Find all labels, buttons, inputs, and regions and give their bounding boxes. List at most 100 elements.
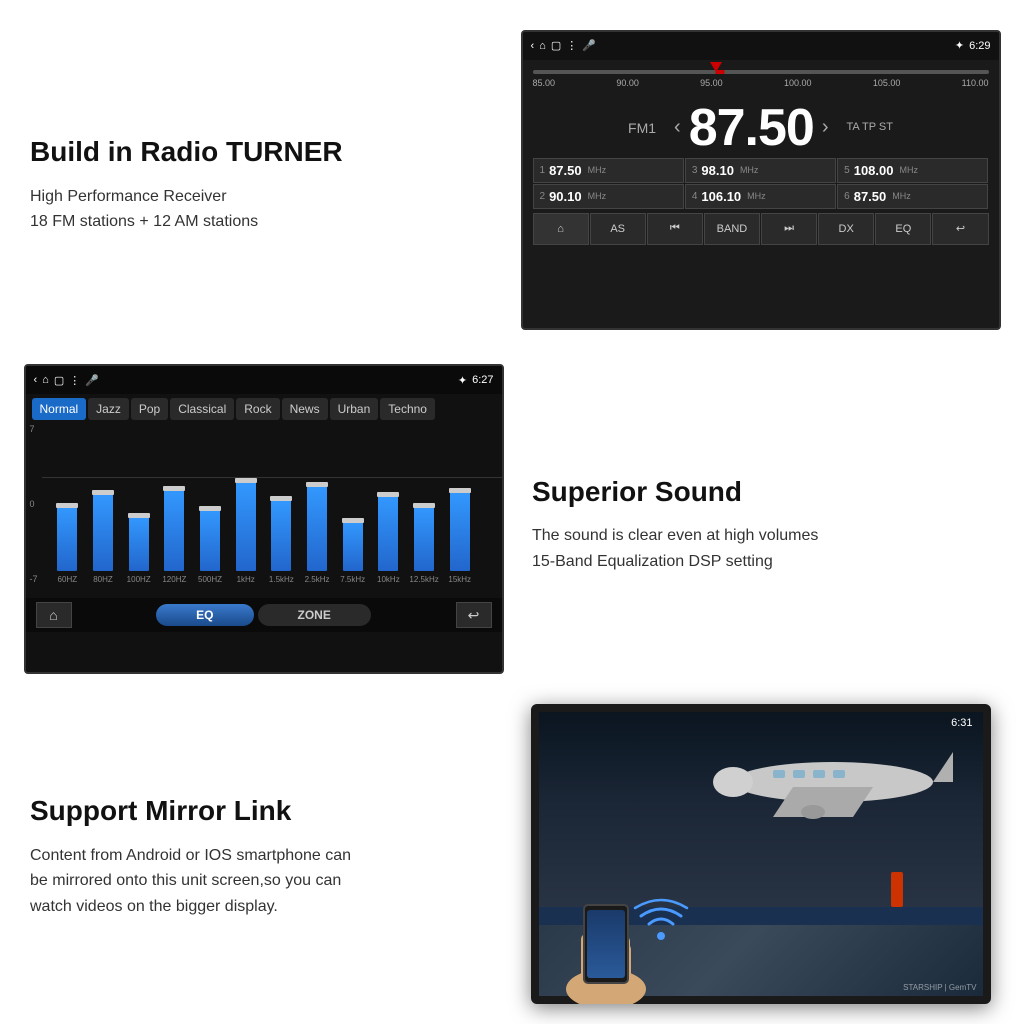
eq-main-btn[interactable]: EQ — [156, 604, 253, 626]
sound-body: The sound is clear even at high volumes … — [532, 523, 994, 574]
mirror-body: Content from Android or IOS smartphone c… — [30, 843, 492, 920]
right-arrow[interactable]: › — [822, 116, 829, 139]
eq-home-btn[interactable]: ⌂ — [36, 602, 72, 628]
eq-label-12_5khz: 12.5kHz — [409, 575, 438, 584]
eq-band-500hz[interactable]: 500HZ — [194, 444, 226, 584]
eq-back-btn[interactable]: ↩ — [456, 602, 492, 628]
eq-band-1_5khz[interactable]: 1.5kHz — [266, 444, 298, 584]
menu-icon[interactable]: ⋮ — [566, 39, 577, 52]
eq-band-60hz[interactable]: 60HZ — [52, 444, 84, 584]
eq-band-1khz[interactable]: 1kHz — [230, 444, 262, 584]
plane-scene — [539, 712, 983, 925]
eq-bar-2_5khz — [307, 485, 327, 571]
wifi-symbol — [631, 894, 691, 944]
radio-frequency: 87.50 — [689, 98, 814, 158]
eq-control-btn[interactable]: EQ — [875, 213, 931, 245]
eq-band-120hz[interactable]: 120HZ — [159, 444, 191, 584]
mirror-body-line3: watch videos on the bigger display. — [30, 894, 492, 920]
preset-techno[interactable]: Techno — [380, 398, 435, 420]
eq-label-7: 7 — [30, 424, 38, 434]
eq-label-60hz: 60HZ — [58, 575, 78, 584]
mic-icon[interactable]: 🎤 — [582, 39, 596, 52]
zone-btn[interactable]: ZONE — [258, 604, 371, 626]
eq-label-15khz: 15kHz — [448, 575, 471, 584]
page-container: Build in Radio TURNER High Performance R… — [0, 0, 1024, 1024]
preset-news[interactable]: News — [282, 398, 328, 420]
radio-main-display: FM1 ‹ 87.50 › TA TP ST — [523, 98, 999, 158]
eq-bar-100hz — [129, 516, 149, 571]
eq-bar-1_5khz — [271, 499, 291, 571]
person-figure — [891, 872, 903, 907]
preset-4[interactable]: 4 106.10 MHz — [685, 184, 836, 209]
radio-controls: ⌂ AS ⏮ BAND ⏭ DX EQ ↩ — [523, 213, 999, 245]
radio-statusbar: ‹ ⌂ ▢ ⋮ 🎤 ✦ 6:29 — [523, 32, 999, 60]
home-control-btn[interactable]: ⌂ — [533, 213, 589, 245]
preset-5[interactable]: 5 108.00 MHz — [837, 158, 988, 183]
mirror-screen-section: 6:31 STARSHIP | GemTV — [512, 689, 1014, 1014]
eq-bar-15khz — [450, 491, 470, 571]
eq-label-10khz: 10kHz — [377, 575, 400, 584]
preset-1[interactable]: 1 87.50 MHz — [533, 158, 684, 183]
preset-jazz[interactable]: Jazz — [88, 398, 129, 420]
preset-6[interactable]: 6 87.50 MHz — [837, 184, 988, 209]
dx-btn[interactable]: DX — [818, 213, 874, 245]
preset-urban[interactable]: Urban — [330, 398, 379, 420]
eq-mic-icon[interactable]: 🎤 — [85, 374, 99, 387]
eq-bar-10khz — [378, 495, 398, 571]
eq-bluetooth-icon: ✦ — [458, 374, 467, 387]
sound-body-line2: 15-Band Equalization DSP setting — [532, 549, 994, 575]
eq-bands-container: 7 0 -7 60HZ 80HZ 100HZ — [26, 424, 502, 594]
preset-classical[interactable]: Classical — [170, 398, 234, 420]
eq-footer-center: EQ ZONE — [156, 604, 371, 626]
radio-time: 6:29 — [969, 40, 990, 52]
sound-body-line1: The sound is clear even at high volumes — [532, 523, 994, 549]
eq-label-100hz: 100HZ — [127, 575, 151, 584]
next-btn[interactable]: ⏭ — [761, 213, 817, 245]
eq-home-icon[interactable]: ⌂ — [42, 374, 49, 386]
preset-rock[interactable]: Rock — [236, 398, 279, 420]
square-icon[interactable]: ▢ — [551, 39, 561, 52]
back-icon[interactable]: ‹ — [531, 40, 535, 52]
radio-screen-section: ‹ ⌂ ▢ ⋮ 🎤 ✦ 6:29 85.00 90.00 — [512, 10, 1014, 350]
radio-body: High Performance Receiver 18 FM stations… — [30, 184, 492, 235]
preset-3[interactable]: 3 98.10 MHz — [685, 158, 836, 183]
freq-label-5: 105.00 — [873, 78, 901, 88]
preset-pop[interactable]: Pop — [131, 398, 168, 420]
eq-band-10khz[interactable]: 10kHz — [373, 444, 405, 584]
eq-bands: 60HZ 80HZ 100HZ 120HZ — [32, 434, 496, 594]
back-control-btn[interactable]: ↩ — [932, 213, 988, 245]
eq-label-80hz: 80HZ — [93, 575, 113, 584]
mirror-body-line1: Content from Android or IOS smartphone c… — [30, 843, 492, 869]
eq-square-icon[interactable]: ▢ — [54, 374, 64, 387]
radio-right-icons: ✦ 6:29 — [955, 39, 991, 52]
radio-presets: 1 87.50 MHz 3 98.10 MHz 5 108.00 MHz 2 9… — [523, 158, 999, 209]
eq-label-2_5khz: 2.5kHz — [305, 575, 330, 584]
eq-band-15khz[interactable]: 15kHz — [444, 444, 476, 584]
eq-bar-7_5khz — [343, 521, 363, 571]
eq-band-7_5khz[interactable]: 7.5kHz — [337, 444, 369, 584]
eq-band-2_5khz[interactable]: 2.5kHz — [301, 444, 333, 584]
preset-2[interactable]: 2 90.10 MHz — [533, 184, 684, 209]
eq-band-80hz[interactable]: 80HZ — [87, 444, 119, 584]
eq-band-12_5khz[interactable]: 12.5kHz — [408, 444, 440, 584]
as-btn[interactable]: AS — [590, 213, 646, 245]
eq-bar-500hz — [200, 509, 220, 571]
band-btn[interactable]: BAND — [704, 213, 760, 245]
preset-normal[interactable]: Normal — [32, 398, 87, 420]
freq-label-4: 100.00 — [784, 78, 812, 88]
home-icon[interactable]: ⌂ — [539, 40, 546, 52]
eq-screen-section: ‹ ⌂ ▢ ⋮ 🎤 ✦ 6:27 Normal Jazz Pop Classic… — [10, 350, 512, 690]
prev-btn[interactable]: ⏮ — [647, 213, 703, 245]
radio-freq-slider[interactable]: 85.00 90.00 95.00 100.00 105.00 110.00 — [523, 60, 999, 98]
eq-back-icon[interactable]: ‹ — [34, 374, 38, 386]
radio-body-line2: 18 FM stations + 12 AM stations — [30, 209, 492, 235]
eq-bar-120hz — [164, 489, 184, 571]
eq-menu-icon[interactable]: ⋮ — [69, 374, 80, 387]
eq-label-n7: -7 — [30, 574, 38, 584]
freq-label-2: 90.00 — [616, 78, 639, 88]
eq-band-100hz[interactable]: 100HZ — [123, 444, 155, 584]
slider-labels: 85.00 90.00 95.00 100.00 105.00 110.00 — [533, 78, 989, 88]
mirror-composite: 6:31 STARSHIP | GemTV — [531, 704, 991, 994]
left-arrow[interactable]: ‹ — [674, 116, 681, 139]
mirror-text-section: Support Mirror Link Content from Android… — [10, 689, 512, 1014]
